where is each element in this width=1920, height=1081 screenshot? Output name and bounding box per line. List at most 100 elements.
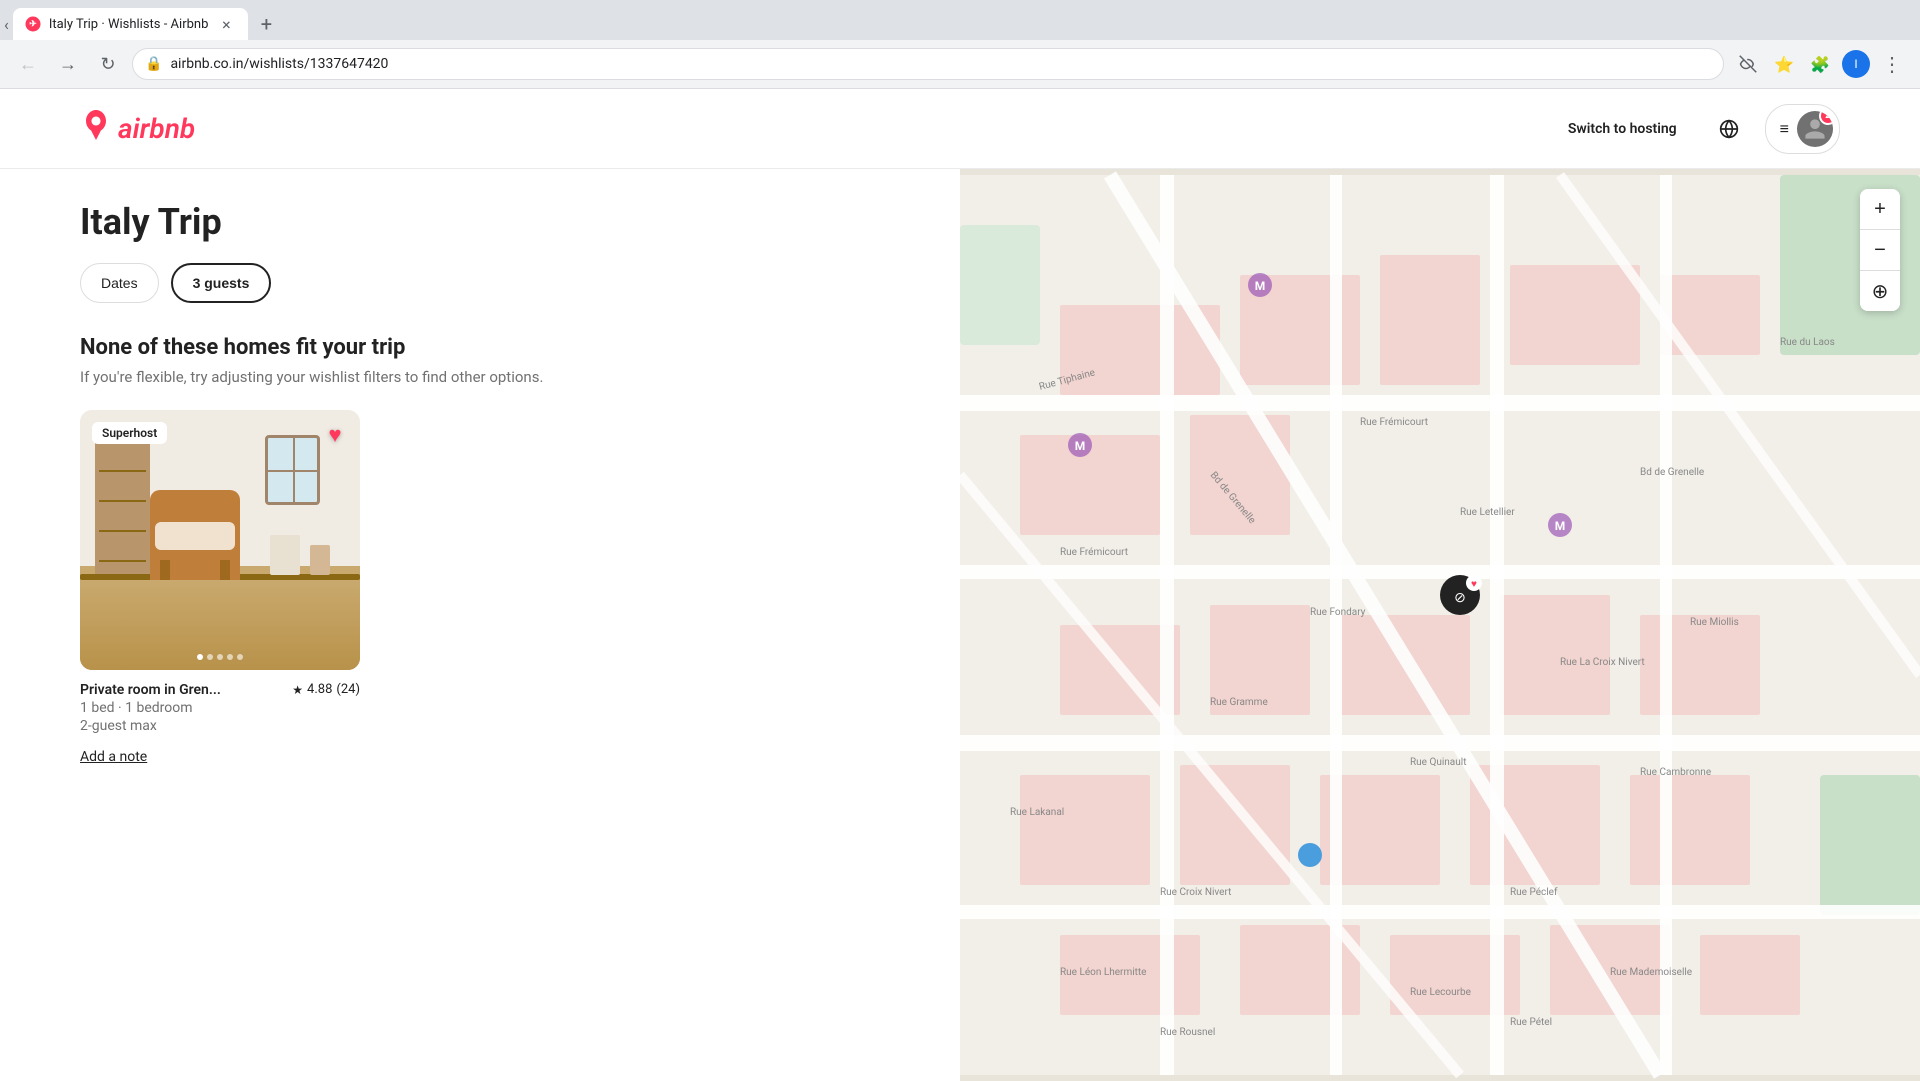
desk-item	[270, 535, 300, 575]
expand-map-button[interactable]: ⊕	[1860, 271, 1900, 311]
card-title-row: Private room in Gren... ★ 4.88 (24)	[80, 682, 360, 698]
tab-favicon: ✈	[25, 16, 41, 32]
dates-filter-button[interactable]: Dates	[80, 263, 159, 303]
favorite-button[interactable]: ♥	[320, 420, 350, 450]
main-content: Italy Trip Dates 3 guests None of these …	[0, 169, 1920, 1081]
add-note-link[interactable]: Add a note	[80, 749, 147, 765]
dot-1[interactable]	[197, 654, 203, 660]
svg-text:Rue Quinault: Rue Quinault	[1410, 757, 1466, 768]
svg-text:Rue La Croix Nivert: Rue La Croix Nivert	[1560, 657, 1645, 668]
page-title: Italy Trip	[80, 201, 880, 243]
star-icon: ★	[292, 683, 303, 697]
no-fit-heading: None of these homes fit your trip	[80, 335, 880, 360]
svg-text:⊘: ⊘	[1454, 590, 1466, 606]
left-panel: Italy Trip Dates 3 guests None of these …	[0, 169, 960, 1081]
profile-avatar: I	[1842, 50, 1870, 78]
review-count: (24)	[336, 682, 360, 697]
svg-text:✈: ✈	[29, 20, 37, 30]
svg-text:Rue Frémicourt: Rue Frémicourt	[1360, 417, 1428, 428]
logo-text: airbnb	[118, 112, 195, 145]
browser-actions: ⭐ 🧩 I ⋮	[1732, 48, 1908, 80]
camera-icon[interactable]	[1732, 48, 1764, 80]
card-guest-max: 2-guest max	[80, 718, 360, 734]
address-text: airbnb.co.in/wishlists/1337647420	[170, 56, 1711, 72]
svg-text:Rue Lakanal: Rue Lakanal	[1010, 807, 1064, 818]
property-card[interactable]: Superhost ♥ Private room	[80, 410, 360, 777]
svg-text:Rue Rousnel: Rue Rousnel	[1160, 1027, 1215, 1038]
browser-chrome: ‹ ✈ Italy Trip · Wishlists - Airbnb × + …	[0, 0, 1920, 89]
card-info: Private room in Gren... ★ 4.88 (24) 1 be…	[80, 670, 360, 777]
bookmark-icon[interactable]: ⭐	[1768, 48, 1800, 80]
map-svg: M M M	[960, 169, 1920, 1081]
superhost-badge: Superhost	[92, 422, 167, 444]
desk-item2	[310, 545, 330, 575]
tab-scroll-left[interactable]: ‹	[0, 11, 13, 38]
map-controls: + − ⊕	[1860, 189, 1900, 311]
tab-title: Italy Trip · Wishlists - Airbnb	[49, 17, 209, 32]
header-right: Switch to hosting ≡ 2	[1552, 104, 1840, 154]
new-tab-button[interactable]: +	[252, 10, 280, 38]
room-window	[265, 435, 320, 505]
switch-to-hosting-button[interactable]: Switch to hosting	[1552, 109, 1693, 149]
svg-text:Rue Miollis: Rue Miollis	[1690, 617, 1739, 628]
language-selector-button[interactable]	[1709, 109, 1749, 149]
zoom-out-button[interactable]: −	[1860, 230, 1900, 270]
card-rating: ★ 4.88 (24)	[292, 682, 360, 697]
tab-bar: ‹ ✈ Italy Trip · Wishlists - Airbnb × +	[0, 0, 1920, 40]
svg-text:Rue Gramme: Rue Gramme	[1210, 697, 1268, 708]
svg-text:M: M	[1075, 439, 1086, 453]
avatar: 2	[1797, 111, 1833, 147]
notification-badge: 2	[1819, 111, 1833, 125]
tab-close-button[interactable]: ×	[216, 14, 236, 34]
svg-text:Bd de Grenelle: Bd de Grenelle	[1640, 467, 1704, 478]
svg-text:M: M	[1555, 519, 1566, 533]
browser-toolbar: ← → ↻ 🔒 airbnb.co.in/wishlists/133764742…	[0, 40, 1920, 88]
svg-text:M: M	[1255, 279, 1266, 293]
user-menu-button[interactable]: ≡ 2	[1765, 104, 1840, 154]
svg-text:Rue Péclef: Rue Péclef	[1510, 886, 1558, 898]
security-lock-icon: 🔒	[145, 56, 162, 72]
reload-button[interactable]: ↻	[92, 48, 124, 80]
logo-icon	[80, 109, 112, 149]
svg-text:Rue Croix Nivert: Rue Croix Nivert	[1160, 887, 1231, 898]
dot-4[interactable]	[227, 654, 233, 660]
profile-menu-icon[interactable]: I	[1840, 48, 1872, 80]
svg-text:Rue Pétel: Rue Pétel	[1510, 1017, 1552, 1028]
back-button[interactable]: ←	[12, 48, 44, 80]
no-fit-description: If you're flexible, try adjusting your w…	[80, 368, 880, 386]
heart-icon: ♥	[328, 422, 341, 448]
svg-text:Rue Cambronne: Rue Cambronne	[1640, 767, 1711, 778]
card-image-wrapper: Superhost ♥	[80, 410, 360, 670]
room-shelf	[95, 440, 150, 590]
svg-text:Rue Frémicourt: Rue Frémicourt	[1060, 547, 1128, 558]
zoom-in-button[interactable]: +	[1860, 189, 1900, 229]
guests-filter-button[interactable]: 3 guests	[171, 263, 272, 303]
more-options-icon[interactable]: ⋮	[1876, 48, 1908, 80]
property-image	[80, 410, 360, 670]
page: airbnb Switch to hosting ≡ 2 Italy Trip …	[0, 89, 1920, 1081]
room-pillow	[155, 522, 235, 550]
card-title: Private room in Gren...	[80, 682, 221, 698]
address-bar[interactable]: 🔒 airbnb.co.in/wishlists/1337647420	[132, 48, 1724, 80]
logo[interactable]: airbnb	[80, 109, 195, 149]
dot-5[interactable]	[237, 654, 243, 660]
svg-text:Rue Lecourbe: Rue Lecourbe	[1410, 987, 1471, 998]
extensions-icon[interactable]: 🧩	[1804, 48, 1836, 80]
rating-value: 4.88	[307, 682, 332, 697]
dot-3[interactable]	[217, 654, 223, 660]
active-tab[interactable]: ✈ Italy Trip · Wishlists - Airbnb ×	[13, 8, 249, 40]
card-image-dots	[197, 654, 243, 660]
svg-text:Rue Fondary: Rue Fondary	[1310, 607, 1366, 618]
svg-text:Rue du Laos: Rue du Laos	[1780, 337, 1835, 348]
svg-text:♥: ♥	[1471, 579, 1477, 590]
card-bed-info: 1 bed · 1 bedroom	[80, 700, 360, 716]
filter-bar: Dates 3 guests	[80, 263, 880, 303]
svg-text:Rue Mademoiselle: Rue Mademoiselle	[1610, 967, 1692, 978]
map-panel: M M M	[960, 169, 1920, 1081]
site-header: airbnb Switch to hosting ≡ 2	[0, 89, 1920, 169]
svg-text:Rue Léon Lhermitte: Rue Léon Lhermitte	[1060, 967, 1146, 978]
hamburger-icon: ≡	[1780, 119, 1789, 139]
svg-text:Rue Letellier: Rue Letellier	[1460, 507, 1515, 518]
forward-button[interactable]: →	[52, 48, 84, 80]
dot-2[interactable]	[207, 654, 213, 660]
